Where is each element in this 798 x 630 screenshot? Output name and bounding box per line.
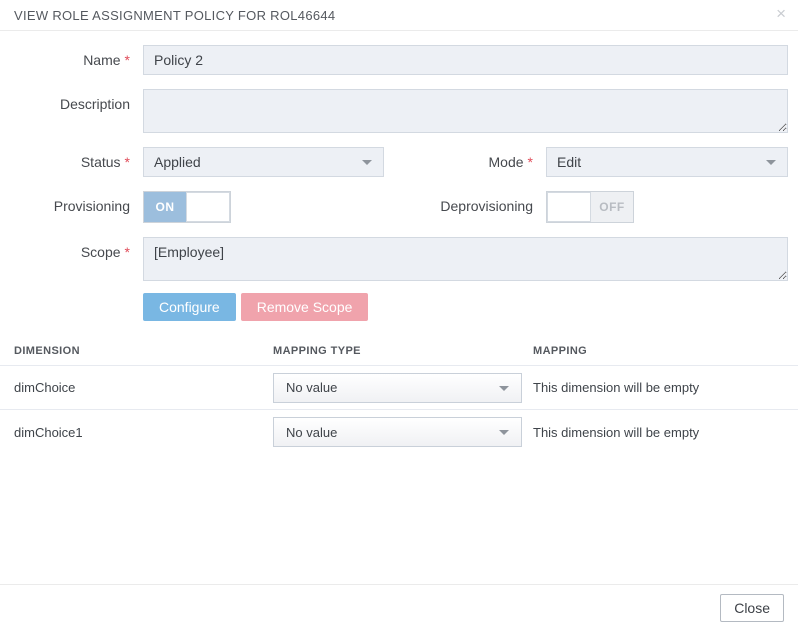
toggle-knob bbox=[186, 192, 230, 222]
provisioning-toggle[interactable]: ON bbox=[143, 191, 231, 223]
mode-select[interactable]: Edit bbox=[546, 147, 788, 177]
modal-title: VIEW ROLE ASSIGNMENT POLICY FOR ROL46644 bbox=[14, 8, 335, 23]
mode-label: Mode* bbox=[384, 147, 533, 177]
modal-header: VIEW ROLE ASSIGNMENT POLICY FOR ROL46644 bbox=[0, 0, 798, 31]
status-select[interactable]: Applied bbox=[143, 147, 384, 177]
policy-form: Name* Description Status* Applied bbox=[0, 31, 798, 321]
mapping-type-select-value: No value bbox=[286, 425, 337, 440]
table-row: dimChoice No value This dimension will b… bbox=[0, 366, 798, 410]
deprovisioning-toggle[interactable]: OFF bbox=[546, 191, 634, 223]
provisioning-label: Provisioning bbox=[0, 191, 130, 223]
mapping-type-select-value: No value bbox=[286, 380, 337, 395]
status-select-value: Applied bbox=[154, 154, 201, 170]
description-label: Description bbox=[0, 89, 130, 133]
scope-buttons-row: Configure Remove Scope bbox=[143, 293, 798, 321]
required-marker: * bbox=[528, 154, 533, 170]
description-textarea[interactable] bbox=[143, 89, 788, 133]
status-mode-row: Status* Applied Mode* Edit bbox=[0, 147, 798, 177]
close-button[interactable]: Close bbox=[720, 594, 784, 622]
mapping-description: This dimension will be empty bbox=[533, 425, 784, 440]
name-row: Name* bbox=[0, 45, 798, 75]
scope-row: Scope* [Employee] bbox=[0, 237, 798, 281]
view-role-assignment-policy-modal: VIEW ROLE ASSIGNMENT POLICY FOR ROL46644… bbox=[0, 0, 798, 630]
scope-label: Scope* bbox=[0, 237, 130, 281]
deprovisioning-label: Deprovisioning bbox=[384, 191, 533, 223]
scope-textarea[interactable]: [Employee] bbox=[143, 237, 788, 281]
description-row: Description bbox=[0, 89, 798, 133]
toggle-off-segment: OFF bbox=[591, 192, 633, 222]
dimension-name: dimChoice bbox=[14, 380, 273, 395]
column-header-mapping: MAPPING bbox=[533, 345, 784, 357]
chevron-down-icon bbox=[499, 386, 509, 391]
required-marker: * bbox=[125, 244, 130, 260]
required-marker: * bbox=[125, 154, 130, 170]
chevron-down-icon bbox=[362, 160, 372, 165]
column-header-mapping-type: MAPPING TYPE bbox=[273, 345, 533, 357]
toggle-knob bbox=[547, 192, 591, 222]
remove-scope-button[interactable]: Remove Scope bbox=[241, 293, 369, 321]
configure-button[interactable]: Configure bbox=[143, 293, 236, 321]
status-label: Status* bbox=[0, 147, 130, 177]
mode-select-value: Edit bbox=[557, 154, 581, 170]
column-header-dimension: DIMENSION bbox=[14, 345, 273, 357]
table-row: dimChoice1 No value This dimension will … bbox=[0, 410, 798, 454]
mapping-type-select[interactable]: No value bbox=[273, 373, 522, 403]
required-marker: * bbox=[125, 52, 130, 68]
chevron-down-icon bbox=[499, 430, 509, 435]
name-input[interactable] bbox=[143, 45, 788, 75]
provisioning-row: Provisioning ON Deprovisioning OFF bbox=[0, 191, 798, 223]
toggle-on-segment: ON bbox=[144, 192, 186, 222]
modal-footer: Close bbox=[0, 584, 798, 630]
name-label: Name* bbox=[0, 45, 130, 75]
close-icon[interactable]: × bbox=[772, 2, 790, 26]
mapping-description: This dimension will be empty bbox=[533, 380, 784, 395]
table-header-row: DIMENSION MAPPING TYPE MAPPING bbox=[0, 336, 798, 366]
mapping-type-select[interactable]: No value bbox=[273, 417, 522, 447]
chevron-down-icon bbox=[766, 160, 776, 165]
dimension-name: dimChoice1 bbox=[14, 425, 273, 440]
dimension-table: DIMENSION MAPPING TYPE MAPPING dimChoice… bbox=[0, 336, 798, 454]
